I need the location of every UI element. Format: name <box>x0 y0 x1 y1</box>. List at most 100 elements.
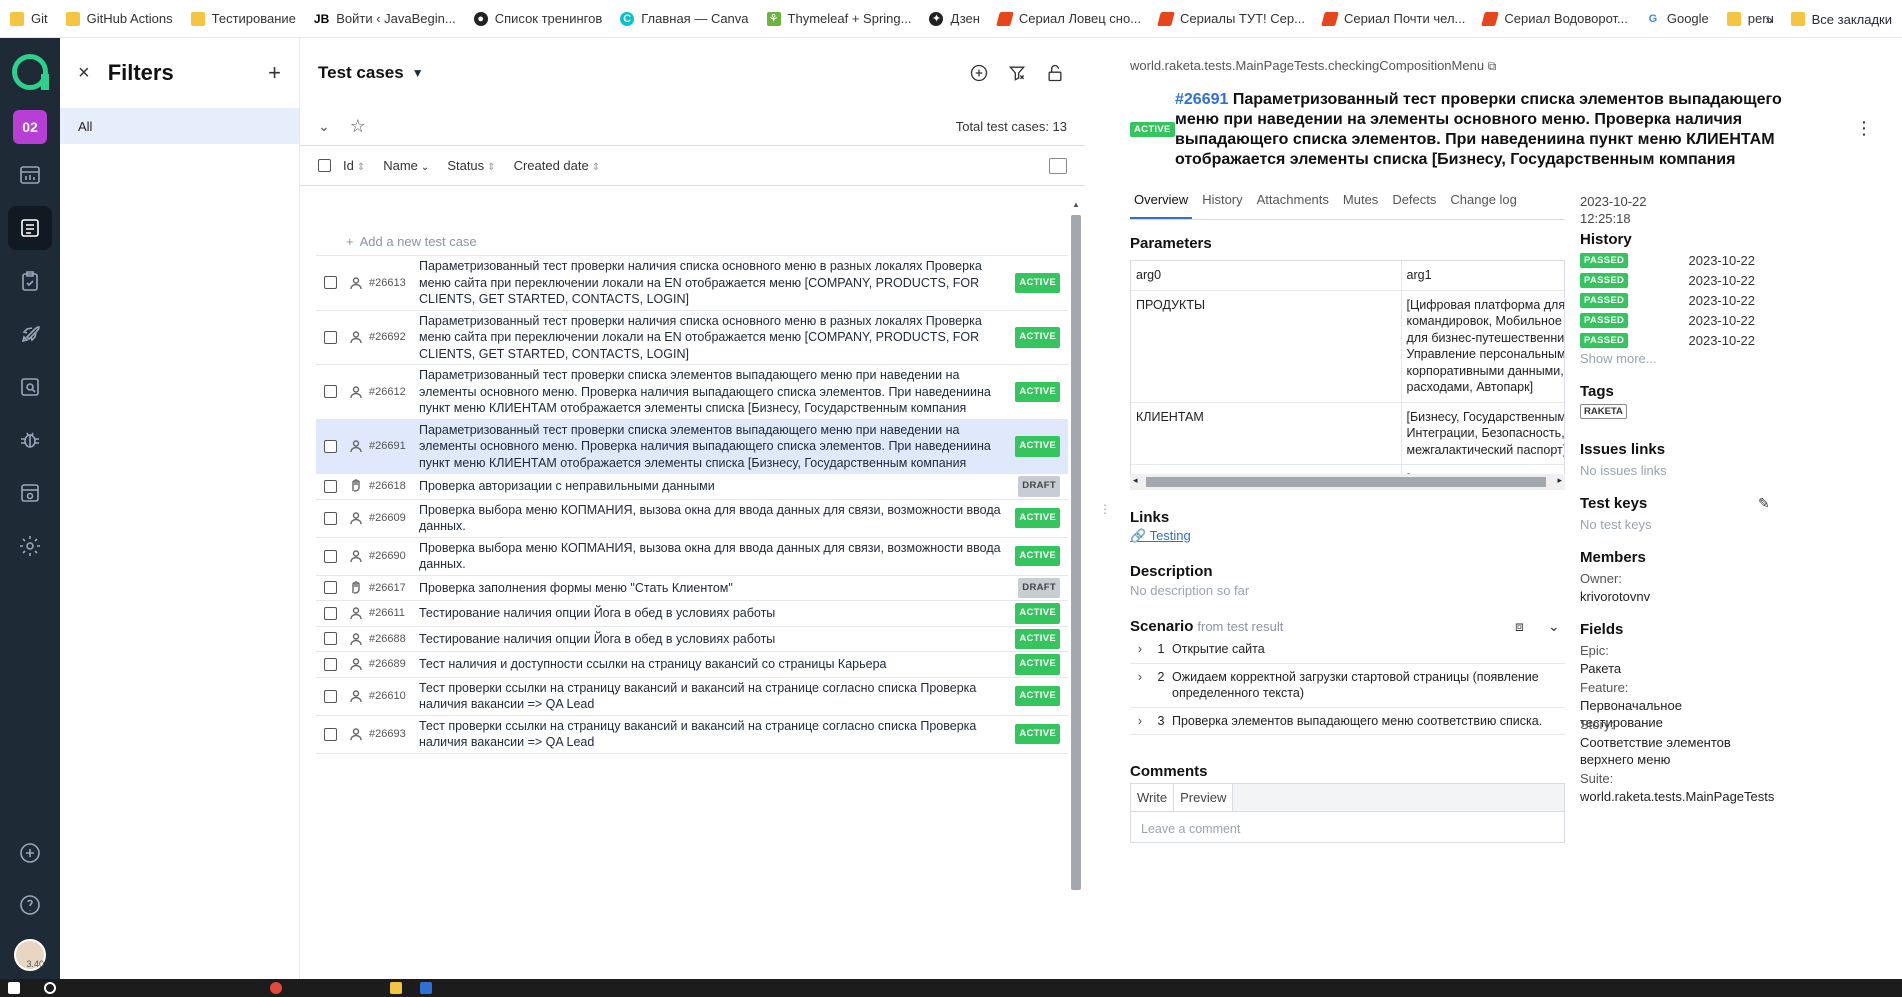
tab-defects[interactable]: Defects <box>1388 186 1440 219</box>
chevron-right-icon[interactable]: › <box>1130 641 1150 658</box>
chrome-icon[interactable] <box>270 982 282 994</box>
layout-toggle-icon[interactable] <box>1049 157 1067 174</box>
scenario-step[interactable]: › 2 Ожидаем корректной загрузки стартовой … <box>1130 664 1565 708</box>
table-row[interactable]: #26610 Тест проверки ссылки на страницу в… <box>316 678 1068 716</box>
copy-icon[interactable]: ⧉ <box>1488 59 1497 73</box>
show-more-link[interactable]: Show more... <box>1580 351 1657 366</box>
tag-badge[interactable]: RAKETA <box>1580 404 1627 419</box>
scroll-up-icon[interactable]: ▲ <box>1072 200 1080 209</box>
bookmark-item[interactable]: Сериалы ТУТ! Сер... <box>1157 11 1305 26</box>
table-row[interactable]: #26690 Проверка выбора меню КОПМАНИЯ, выз… <box>316 538 1068 576</box>
history-item[interactable]: PASSED 2023-10-22 <box>1580 313 1755 328</box>
jobs-nav[interactable] <box>8 471 52 515</box>
chevron-down-icon[interactable]: ▼ <box>412 66 424 80</box>
row-checkbox[interactable] <box>324 727 337 741</box>
table-row[interactable]: #26692 Параметризованный тест проверки на… <box>316 311 1068 365</box>
defects-nav[interactable] <box>8 418 52 462</box>
list-scrollbar[interactable]: ▲ ▼ <box>1070 200 1082 995</box>
add-test-case-row[interactable]: + Add a new test case <box>316 228 1068 256</box>
row-checkbox[interactable] <box>324 439 337 453</box>
chevron-right-icon[interactable]: › <box>1130 713 1150 730</box>
explorer-icon[interactable] <box>390 982 402 994</box>
add-filter-button[interactable]: + <box>268 60 281 86</box>
column-id[interactable]: Id ⇕ <box>343 158 365 173</box>
search-icon[interactable] <box>44 982 56 994</box>
test-cases-title[interactable]: Test cases <box>318 63 404 83</box>
select-all-checkbox[interactable] <box>318 159 331 172</box>
launches-nav[interactable] <box>8 312 52 356</box>
scrollbar-thumb[interactable] <box>1071 215 1081 890</box>
windows-start-icon[interactable] <box>8 982 20 994</box>
bookmark-item[interactable]: G Google <box>1646 11 1709 26</box>
bookmark-item[interactable]: C Главная — Canva <box>620 11 749 26</box>
params-hscrollbar[interactable]: ◂ ▸ <box>1130 474 1565 490</box>
row-checkbox[interactable] <box>324 511 337 525</box>
translate-icon[interactable]: ⧈ <box>1515 618 1524 635</box>
table-row[interactable]: #26612 Параметризованный тест проверки сп… <box>316 365 1068 420</box>
comment-input[interactable]: Leave a comment <box>1141 822 1240 836</box>
row-checkbox[interactable] <box>324 276 337 290</box>
edit-pencil-icon[interactable]: ✎ <box>1758 495 1770 512</box>
history-item[interactable]: PASSED 2023-10-22 <box>1580 273 1755 288</box>
bookmarks-all[interactable]: Все закладки <box>1812 12 1892 27</box>
history-item[interactable]: PASSED 2023-10-22 <box>1580 253 1755 268</box>
bookmark-item[interactable]: GitHub Actions <box>65 11 173 26</box>
scenario-step[interactable]: › 3 Проверка элементов выпадающего меню со… <box>1130 708 1565 735</box>
column-status[interactable]: Status ⇕ <box>447 158 495 173</box>
bookmark-item[interactable]: Тестирование <box>190 11 296 26</box>
help-nav[interactable] <box>8 883 52 927</box>
row-checkbox[interactable] <box>324 549 337 563</box>
tab-mutes[interactable]: Mutes <box>1339 186 1382 219</box>
collapse-chevron-icon[interactable]: ⌄ <box>318 118 330 135</box>
more-menu-icon[interactable]: ⋮ <box>1855 118 1873 139</box>
bookmark-item[interactable]: ✦ Дзен <box>929 11 980 26</box>
dashboard-nav[interactable] <box>8 153 52 197</box>
tab-attachments[interactable]: Attachments <box>1253 186 1333 219</box>
allure-logo-icon[interactable] <box>12 54 49 90</box>
bookmark-item[interactable]: Сериал Почти чел... <box>1321 11 1465 26</box>
filter-item-all[interactable]: All <box>60 108 299 144</box>
clear-filter-button[interactable] <box>1005 61 1029 85</box>
add-nav[interactable] <box>8 831 52 875</box>
row-checkbox[interactable] <box>324 606 337 620</box>
row-checkbox[interactable] <box>324 479 337 493</box>
star-icon[interactable]: ☆ <box>350 116 366 137</box>
lock-button[interactable] <box>1043 61 1067 85</box>
history-item[interactable]: PASSED 2023-10-22 <box>1580 333 1755 348</box>
chevron-down-icon[interactable]: ⌄ <box>1548 618 1560 635</box>
comment-editor[interactable]: Write Preview Leave a comment <box>1130 783 1565 843</box>
bookmark-item[interactable]: ● Список тренингов <box>473 11 602 26</box>
bookmark-item[interactable]: Сериал Ловец сно... <box>996 11 1141 26</box>
test-plans-nav[interactable] <box>8 259 52 303</box>
column-name[interactable]: Name ⌄ <box>383 158 429 173</box>
add-test-case-button[interactable] <box>967 61 991 85</box>
bookmarks-overflow[interactable]: » <box>1765 12 1772 27</box>
chevron-right-icon[interactable]: › <box>1130 669 1150 686</box>
panel-splitter[interactable]: ⋮ <box>1099 38 1111 979</box>
settings-nav[interactable] <box>8 524 52 568</box>
row-checkbox[interactable] <box>324 657 337 671</box>
project-badge[interactable]: 02 <box>13 110 47 144</box>
scroll-right-icon[interactable]: ▸ <box>1557 475 1562 486</box>
tab-write[interactable]: Write <box>1131 784 1175 811</box>
column-created[interactable]: Created date ⇕ <box>514 158 601 173</box>
row-checkbox[interactable] <box>324 385 337 399</box>
bookmark-item[interactable]: ⚘ Thymeleaf + Spring... <box>766 11 911 26</box>
table-row[interactable]: #26691 Параметризованный тест проверки сп… <box>316 419 1068 474</box>
close-filters-button[interactable]: × <box>78 62 90 85</box>
avatar[interactable]: 3.40 <box>14 939 46 971</box>
bookmark-item[interactable]: Git <box>10 11 48 26</box>
analytics-nav[interactable] <box>8 365 52 409</box>
history-item[interactable]: PASSED 2023-10-22 <box>1580 293 1755 308</box>
ide-icon[interactable] <box>420 982 432 994</box>
table-row[interactable]: #26617 Проверка заполнения формы меню "Ст… <box>316 576 1068 601</box>
scenario-step[interactable]: › 1 Открытие сайта <box>1130 636 1565 664</box>
tab-overview[interactable]: Overview <box>1130 186 1193 219</box>
tab-change-log[interactable]: Change log <box>1446 186 1521 219</box>
row-checkbox[interactable] <box>324 330 337 344</box>
table-row[interactable]: #26693 Тест проверки ссылки на страницу в… <box>316 716 1068 754</box>
scroll-left-icon[interactable]: ◂ <box>1133 475 1138 486</box>
row-checkbox[interactable] <box>324 581 337 595</box>
table-row[interactable]: #26609 Проверка выбора меню КОПМАНИЯ, выз… <box>316 500 1068 538</box>
tab-preview[interactable]: Preview <box>1174 784 1234 811</box>
